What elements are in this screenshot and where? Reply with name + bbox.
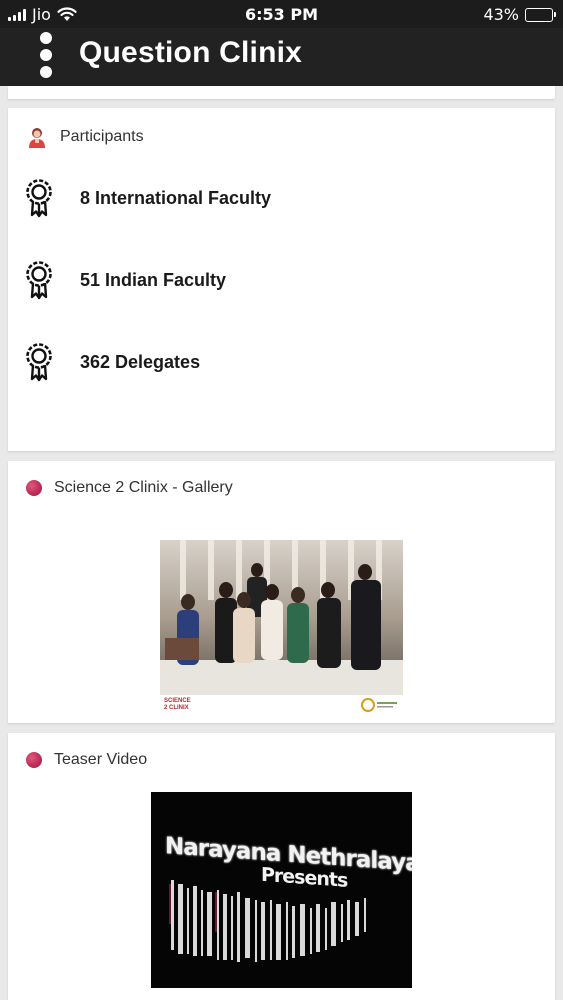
stat-indian-faculty: 51 Indian Faculty	[24, 260, 226, 300]
stat-label: 362 Delegates	[80, 351, 201, 372]
gallery-card: Science 2 Clinix - Gallery SCIENCE 2 CLI…	[8, 461, 555, 723]
gallery-heading: Science 2 Clinix - Gallery	[54, 479, 233, 496]
app-bar: Question Clinix	[0, 28, 563, 86]
more-vertical-icon[interactable]	[34, 32, 58, 78]
video-card: Teaser Video Narayana Nethralaya Present…	[8, 733, 555, 1000]
award-ribbon-icon	[26, 261, 52, 300]
stat-label: 51 Indian Faculty	[80, 269, 227, 290]
teaser-video-player[interactable]: Narayana Nethralaya Presents	[151, 792, 412, 988]
dot-icon	[26, 480, 42, 496]
photo-logo-text: SCIENCE 2 CLINIX	[164, 698, 191, 711]
person-avatar-icon	[29, 128, 45, 148]
group-photo-image	[160, 540, 403, 695]
stat-international-faculty: 8 International Faculty	[24, 178, 271, 218]
gallery-header: Science 2 Clinix - Gallery	[26, 479, 233, 497]
status-time: 6:53 PM	[244, 5, 318, 24]
award-ribbon-icon	[26, 179, 52, 218]
photo-footer: SCIENCE 2 CLINIX	[160, 695, 403, 715]
stat-label: 8 International Faculty	[80, 187, 272, 208]
award-ribbon-icon	[26, 343, 52, 382]
stat-delegates: 362 Delegates	[24, 342, 200, 382]
event-logo-icon	[361, 698, 397, 712]
previous-card-edge	[8, 86, 555, 99]
participants-header: Participants	[26, 126, 144, 148]
battery-icon	[525, 7, 556, 22]
video-header: Teaser Video	[26, 751, 147, 769]
status-right: 43%	[483, 5, 556, 24]
video-heading: Teaser Video	[54, 751, 148, 768]
participants-card: Participants 8 International Faculty 51 …	[8, 108, 555, 451]
battery-percent: 43%	[483, 5, 519, 24]
gallery-photo[interactable]: SCIENCE 2 CLINIX	[160, 540, 403, 715]
dot-icon	[26, 752, 42, 768]
page-title: Question Clinix	[79, 36, 303, 69]
status-bar: Jio 6:53 PM 43%	[0, 0, 563, 28]
participants-heading: Participants	[60, 128, 144, 145]
